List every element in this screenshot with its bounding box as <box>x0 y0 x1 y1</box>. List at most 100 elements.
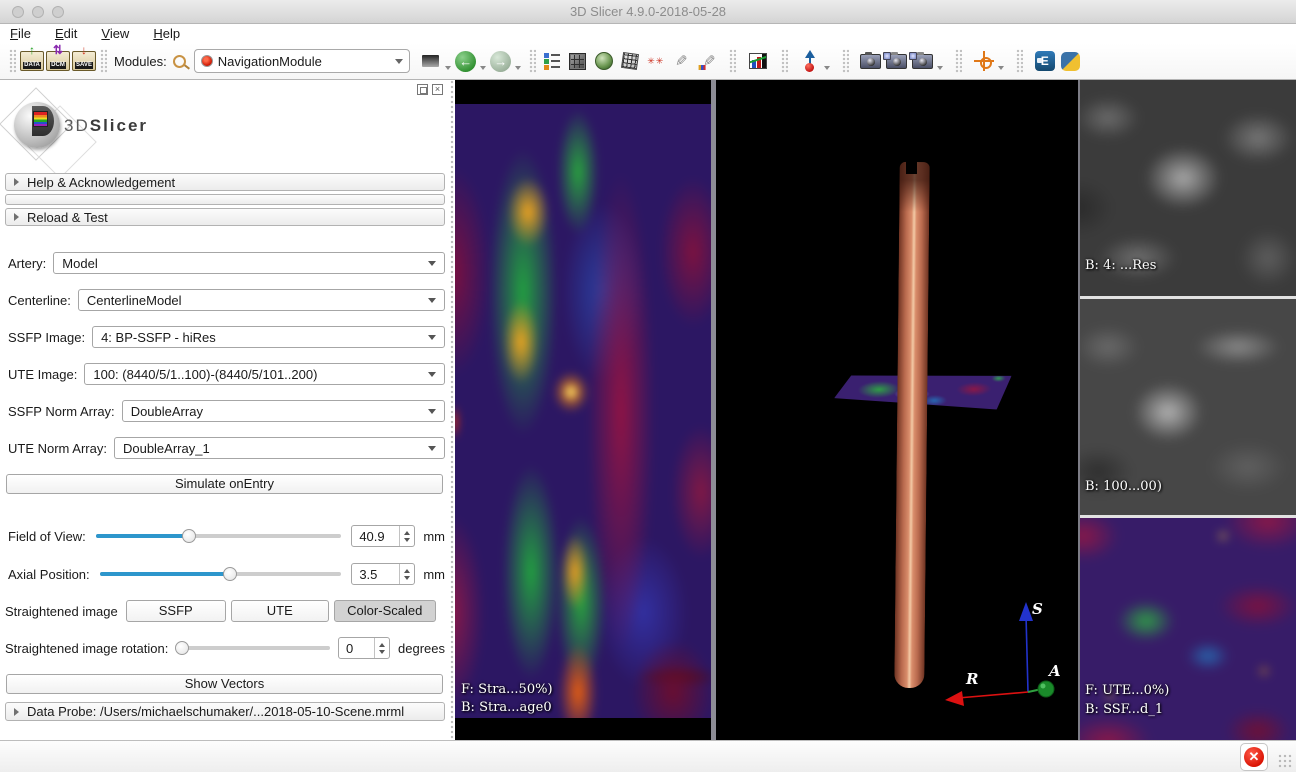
main-toolbar: ↑ DATA ⇅ DCM ↓ SAVE Modules: NavigationM… <box>0 43 1296 80</box>
module-back-button[interactable]: ← <box>453 46 479 76</box>
modules-label: Modules: <box>114 54 167 69</box>
color-scaled-button[interactable]: Color-Scaled <box>334 600 436 622</box>
toolbar-grip[interactable] <box>529 49 536 73</box>
menu-edit[interactable]: Edit <box>55 26 77 41</box>
straightened-label: Straightened image <box>5 604 118 619</box>
menu-file[interactable]: File <box>10 26 31 41</box>
module-icon <box>201 55 213 67</box>
red-slice-view[interactable]: B: 4: ...Res <box>1080 80 1296 296</box>
chevron-down-icon <box>445 66 451 70</box>
models-sphere-icon <box>595 52 613 70</box>
slicer-logo-text: 3DSlicer <box>64 116 148 136</box>
undock-panel-button[interactable] <box>417 84 428 95</box>
layout-module-panel-button[interactable] <box>539 46 565 76</box>
data-probe-section[interactable]: Data Probe: /Users/michaelschumaker/...2… <box>5 702 445 721</box>
module-search-icon[interactable] <box>173 55 186 68</box>
transforms-button[interactable] <box>617 46 643 76</box>
collapse-arrow-icon <box>14 213 19 221</box>
dicom-button[interactable]: ⇅ DCM <box>45 46 71 76</box>
yellow-slice-view[interactable]: B: 100...00) <box>1080 299 1296 515</box>
error-log-button[interactable]: ✕ <box>1240 743 1268 771</box>
axial-slider[interactable] <box>100 567 342 581</box>
transform-grid-icon <box>621 52 639 70</box>
restore-scene-view-button[interactable] <box>910 46 936 76</box>
simulate-onentry-button[interactable]: Simulate onEntry <box>6 474 443 494</box>
resize-grip[interactable] <box>1278 754 1292 768</box>
help-acknowledgement-section[interactable]: Help & Acknowledgement <box>5 173 445 191</box>
ute-norm-row: UTE Norm Array: DoubleArray_1 <box>8 437 445 459</box>
green-slice-view[interactable]: F: UTE...0%) B: SSF...d_1 <box>1080 518 1296 740</box>
load-data-icon: ↑ DATA <box>20 51 44 71</box>
rotation-slider-handle[interactable] <box>175 641 189 655</box>
ssfp-image-selector[interactable]: 4: BP-SSFP - hiRes <box>92 326 445 348</box>
axial-spin-buttons[interactable] <box>399 564 414 584</box>
markups-button[interactable]: ✳✳ <box>643 46 669 76</box>
fov-slider[interactable] <box>96 529 342 543</box>
ssfp-image-label: SSFP Image: <box>8 330 85 345</box>
axial-spinbox[interactable]: 3.5 <box>351 563 415 585</box>
centerline-label: Centerline: <box>8 293 71 308</box>
mouse-mode-button[interactable] <box>797 46 823 76</box>
status-bar: ✕ <box>0 740 1296 772</box>
annotations-color-button[interactable]: ✎ <box>695 46 721 76</box>
toolbar-grip[interactable] <box>9 49 16 73</box>
module-history-button[interactable] <box>418 46 444 76</box>
artery-row: Artery: Model <box>8 252 445 274</box>
python-console-button[interactable] <box>1058 46 1084 76</box>
scene-view-button[interactable] <box>884 46 910 76</box>
toolbar-grip[interactable] <box>781 49 788 73</box>
volumes-button[interactable] <box>565 46 591 76</box>
toolbar-grip[interactable] <box>955 49 962 73</box>
models-button[interactable] <box>591 46 617 76</box>
artery-selector[interactable]: Model <box>53 252 445 274</box>
module-forward-button[interactable]: → <box>488 46 514 76</box>
menu-view[interactable]: View <box>101 26 129 41</box>
toolbar-grip[interactable] <box>842 49 849 73</box>
chevron-down-icon <box>998 66 1004 70</box>
title-bar: 3D Slicer 4.9.0-2018-05-28 <box>0 0 1296 24</box>
rotation-slider[interactable] <box>176 641 330 655</box>
fiducials-icon: ✳✳ <box>647 57 664 65</box>
show-vectors-button[interactable]: Show Vectors <box>6 674 443 694</box>
fov-spin-buttons[interactable] <box>399 526 414 546</box>
chevron-down-icon <box>428 409 436 414</box>
menu-help[interactable]: Help <box>153 26 180 41</box>
module-panel: × 3DSlicer Help & Acknowledgement Reload… <box>0 80 450 740</box>
chevron-down-icon <box>428 261 436 266</box>
threed-view[interactable]: S R A <box>716 80 1078 740</box>
chevron-down-icon <box>428 335 436 340</box>
toolbar-grip[interactable] <box>729 49 736 73</box>
fov-spinbox[interactable]: 40.9 <box>351 525 415 547</box>
ute-view-button[interactable]: UTE <box>231 600 329 622</box>
centerline-selector[interactable]: CenterlineModel <box>78 289 445 311</box>
crosshair-button[interactable] <box>971 46 997 76</box>
plots-button[interactable] <box>745 46 771 76</box>
axial-slider-handle[interactable] <box>223 567 237 581</box>
ssfp-norm-selector[interactable]: DoubleArray <box>122 400 445 422</box>
back-arrow-icon: ← <box>455 51 476 72</box>
annotations-button[interactable]: ✎ <box>669 46 695 76</box>
centerline-row: Centerline: CenterlineModel <box>8 289 445 311</box>
chevron-down-icon <box>428 446 436 451</box>
fov-slider-handle[interactable] <box>182 529 196 543</box>
straightened-heatmap <box>455 104 711 718</box>
toolbar-grip[interactable] <box>1016 49 1023 73</box>
chevron-down-icon <box>428 298 436 303</box>
save-button[interactable]: ↓ SAVE <box>71 46 97 76</box>
reload-test-section[interactable]: Reload & Test <box>5 208 445 226</box>
load-data-button[interactable]: ↑ DATA <box>19 46 45 76</box>
close-panel-button[interactable]: × <box>432 84 443 95</box>
extensions-manager-button[interactable]: E <box>1032 46 1058 76</box>
ssfp-view-button[interactable]: SSFP <box>126 600 226 622</box>
toolbar-grip[interactable] <box>100 49 107 73</box>
chevron-down-icon <box>428 372 436 377</box>
ute-image-selector[interactable]: 100: (8440/5/1..100)-(8440/5/101..200) <box>84 363 445 385</box>
rotation-spin-buttons[interactable] <box>374 638 389 658</box>
screenshot-button[interactable] <box>858 46 884 76</box>
straightened-slice-view[interactable]: F: Stra...50%) B: Stra...age0 <box>455 80 711 740</box>
ute-norm-selector[interactable]: DoubleArray_1 <box>114 437 445 459</box>
module-selector[interactable]: NavigationModule <box>194 49 410 73</box>
pencil-color-icon: ✎ <box>699 52 716 70</box>
rotation-spinbox[interactable]: 0 <box>338 637 390 659</box>
straightened-image-row: Straightened image SSFP UTE Color-Scaled <box>5 600 445 622</box>
